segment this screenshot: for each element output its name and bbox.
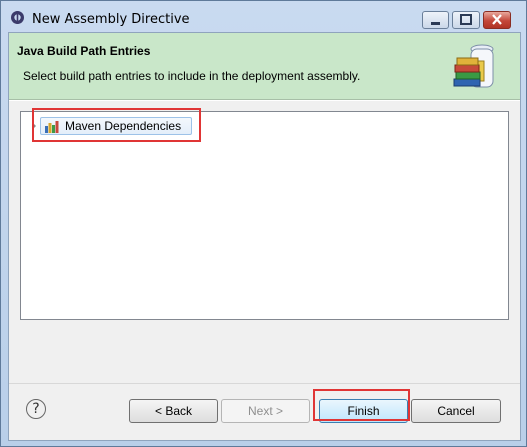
jar-books-icon	[453, 44, 494, 88]
next-button[interactable]: Next >	[221, 399, 310, 423]
close-button[interactable]	[483, 11, 511, 29]
page-title: Java Build Path Entries	[17, 44, 151, 58]
title-bar[interactable]: New Assembly Directive	[1, 1, 526, 31]
back-button[interactable]: < Back	[129, 399, 218, 423]
maximize-button[interactable]	[452, 11, 480, 29]
dialog-body: Java Build Path Entries Select build pat…	[8, 32, 521, 441]
highlight-box-finish	[313, 389, 410, 421]
window-title: New Assembly Directive	[32, 12, 190, 27]
wizard-header: Java Build Path Entries Select build pat…	[9, 33, 520, 100]
entries-tree[interactable]: Maven Dependencies	[20, 111, 509, 320]
header-separator	[9, 100, 520, 101]
cancel-button[interactable]: Cancel	[411, 399, 501, 423]
minimize-button[interactable]	[422, 11, 449, 29]
button-bar-separator	[9, 383, 520, 384]
highlight-box-entry	[32, 108, 201, 142]
minimize-icon	[431, 22, 440, 25]
maximize-icon	[460, 14, 472, 25]
dialog-window: New Assembly Directive Java Build Path E…	[0, 0, 527, 447]
help-icon[interactable]: ?	[26, 399, 46, 419]
page-description: Select build path entries to include in …	[23, 69, 361, 83]
close-icon	[492, 14, 502, 25]
app-icon	[11, 11, 24, 24]
